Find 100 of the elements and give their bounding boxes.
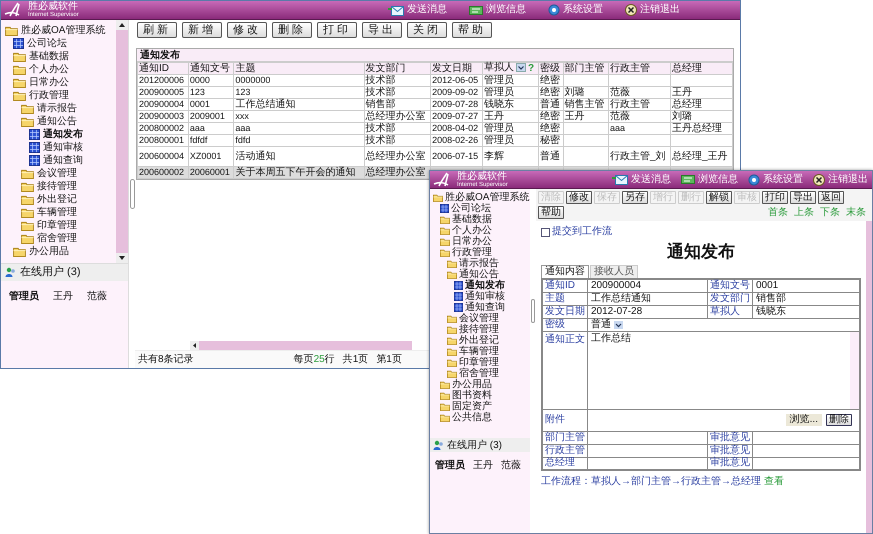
table-cell[interactable]: 总经理	[670, 98, 732, 110]
table-cell[interactable]: 2009-07-28	[430, 98, 483, 110]
workflow-checkbox[interactable]: 提交到工作流	[541, 227, 612, 237]
column-header[interactable]: 草拟人 ?	[482, 62, 539, 74]
toolbar-button[interactable]: 返回	[818, 191, 844, 204]
table-cell[interactable]: 2012-06-05	[430, 74, 483, 86]
table-cell[interactable]: 行政主管_刘	[608, 146, 670, 166]
view-link[interactable]: 查看	[764, 477, 784, 487]
tree-item[interactable]: 固定资产	[440, 401, 492, 412]
table-cell[interactable]: 2008-02-26	[430, 134, 483, 146]
table-cell[interactable]: 行政主管	[608, 98, 670, 110]
table-cell[interactable]: 王丹	[563, 110, 609, 122]
toolbar-button[interactable]: 删除	[272, 22, 312, 38]
column-header[interactable]: 总经理	[670, 62, 732, 74]
menu-link[interactable]: 系统设置	[748, 174, 803, 186]
toolbar-button[interactable]: 帮助	[538, 206, 564, 219]
table-cell[interactable]: 200800001	[138, 134, 188, 146]
table-cell[interactable]: aaa	[188, 122, 234, 134]
delete-button[interactable]: 删除	[826, 414, 852, 426]
table-cell[interactable]: 李辉	[482, 146, 539, 166]
table-cell[interactable]: 20060001	[188, 166, 234, 178]
tree-item[interactable]: 日常办公	[13, 76, 69, 89]
tree-item[interactable]: 通知审核	[29, 141, 83, 154]
tree-item[interactable]: 办公用品	[13, 245, 69, 258]
splitter-handle-icon[interactable]	[531, 299, 535, 323]
table-cell[interactable]: 2009-09-02	[430, 86, 483, 98]
tree-item[interactable]: 公司论坛	[13, 37, 67, 50]
tree-item[interactable]: 个人办公	[440, 225, 492, 236]
tree-item[interactable]: 通知公告	[447, 269, 499, 280]
toolbar-button[interactable]: 修改	[227, 22, 267, 38]
toolbar-button[interactable]: 导出	[790, 191, 816, 204]
tree-item[interactable]: 宿舍管理	[447, 368, 499, 379]
tree-item[interactable]: 通知公告	[21, 115, 77, 128]
tree-item[interactable]: 请示报告	[21, 102, 77, 115]
toolbar-button[interactable]: 打印	[762, 191, 788, 204]
browse-button[interactable]: 浏览...	[786, 414, 822, 426]
tree-item[interactable]: 行政管理	[440, 247, 492, 258]
tree-item[interactable]: 胜必威OA管理系统	[5, 24, 106, 37]
table-cell[interactable]: 0001	[188, 98, 234, 110]
table-cell[interactable]: 刘璐	[563, 86, 609, 98]
table-cell[interactable]: fdfdf	[188, 134, 234, 146]
tree-item[interactable]: 印章管理	[21, 219, 77, 232]
table-cell[interactable]: 技术部	[364, 122, 431, 134]
tree-item[interactable]: 车辆管理	[447, 346, 499, 357]
table-cell[interactable]: XZ0001	[188, 146, 234, 166]
toolbar-button[interactable]: 解锁	[706, 191, 732, 204]
tree-item[interactable]: 办公用品	[440, 379, 492, 390]
tree-item[interactable]: 会议管理	[21, 167, 77, 180]
tree-item[interactable]: 车辆管理	[21, 206, 77, 219]
toolbar-button[interactable]: 帮助	[452, 22, 492, 38]
table-cell[interactable]: 200900005	[138, 86, 188, 98]
table-cell[interactable]: 管理员	[482, 134, 539, 146]
user-name[interactable]: 范薇	[87, 289, 107, 304]
scroll-up-icon[interactable]	[116, 20, 128, 30]
tree-item[interactable]: 通知审核	[454, 291, 505, 302]
dropdown-icon[interactable]	[516, 63, 526, 72]
menu-link[interactable]: 发送消息	[612, 174, 671, 185]
table-cell[interactable]: 201200006	[138, 74, 188, 86]
table-cell[interactable]: 销售主管	[563, 98, 609, 110]
scroll-left-icon[interactable]	[190, 341, 199, 350]
tab[interactable]: 接收人员	[590, 265, 638, 278]
user-name[interactable]: 管理员	[9, 289, 39, 304]
scrollbar[interactable]	[866, 221, 872, 533]
tree-item[interactable]: 个人办公	[13, 63, 69, 76]
toolbar-button[interactable]: 修改	[566, 191, 592, 204]
table-cell[interactable]: 工作总结通知	[234, 98, 364, 110]
tree-item[interactable]: 行政管理	[13, 89, 69, 102]
table-cell[interactable]: 普通	[538, 98, 564, 110]
column-header[interactable]: 主题	[234, 62, 364, 74]
table-cell[interactable]: aaa	[234, 122, 364, 134]
tree-item[interactable]: 基础数据	[440, 214, 492, 225]
tree-item[interactable]: 公司论坛	[440, 203, 491, 214]
tree-item[interactable]: 公共信息	[440, 412, 492, 423]
table-cell[interactable]: 200800002	[138, 122, 188, 134]
tree-item[interactable]: 会议管理	[447, 313, 499, 324]
menu-link[interactable]: 浏览信息	[469, 4, 526, 16]
table-cell[interactable]: 200900003	[138, 110, 188, 122]
menu-link[interactable]: 系统设置	[548, 4, 603, 16]
toolbar-button[interactable]: 刷新	[137, 22, 177, 38]
column-header[interactable]: 行政主管	[608, 62, 670, 74]
tree-item[interactable]: 通知查询	[454, 302, 505, 313]
menu-link[interactable]: 注销退出	[813, 174, 868, 186]
table-cell[interactable]: 123	[234, 86, 364, 98]
splitter-handle-icon[interactable]	[130, 179, 134, 209]
textarea-scrollbar[interactable]	[850, 332, 859, 408]
toolbar-button[interactable]: 打印	[317, 22, 357, 38]
tree-item[interactable]: 基础数据	[13, 50, 69, 63]
table-cell[interactable]: fdfd	[234, 134, 364, 146]
table-cell[interactable]: 管理员	[482, 122, 539, 134]
table-cell[interactable]: 总经理办公室	[364, 110, 431, 122]
table-cell[interactable]: 范薇	[608, 86, 670, 98]
toolbar-button[interactable]: 另存	[622, 191, 648, 204]
user-name[interactable]: 王丹	[473, 458, 493, 473]
menu-link[interactable]: 注销退出	[625, 4, 680, 16]
table-cell[interactable]: 2009-07-27	[430, 110, 483, 122]
menu-link[interactable]: 浏览信息	[681, 174, 738, 185]
table-cell[interactable]: 2006-07-15	[430, 146, 483, 166]
tree-item[interactable]: 通知发布	[29, 128, 83, 141]
table-cell[interactable]: 范薇	[608, 110, 670, 122]
table-cell[interactable]: 2008-04-02	[430, 122, 483, 134]
